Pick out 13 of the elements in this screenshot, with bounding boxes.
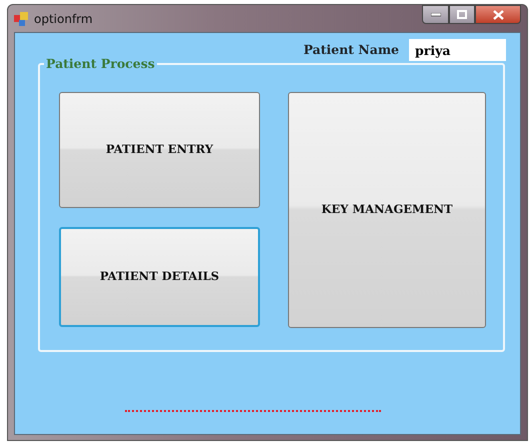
- maximize-icon: [457, 10, 467, 19]
- app-icon: [14, 12, 28, 26]
- patient-name-label: Patient Name: [303, 40, 399, 59]
- minimize-button[interactable]: [422, 5, 449, 24]
- minimize-icon: [430, 12, 440, 16]
- patient-name-field[interactable]: priya: [409, 39, 506, 61]
- window-title: optionfrm: [34, 10, 93, 28]
- maximize-button[interactable]: [449, 5, 475, 24]
- patient-details-button[interactable]: PATIENT DETAILS: [59, 227, 260, 327]
- close-button[interactable]: [475, 5, 521, 24]
- patient-entry-button[interactable]: PATIENT ENTRY: [59, 92, 260, 208]
- close-icon: [492, 10, 504, 20]
- key-management-button[interactable]: KEY MANAGEMENT: [288, 92, 486, 328]
